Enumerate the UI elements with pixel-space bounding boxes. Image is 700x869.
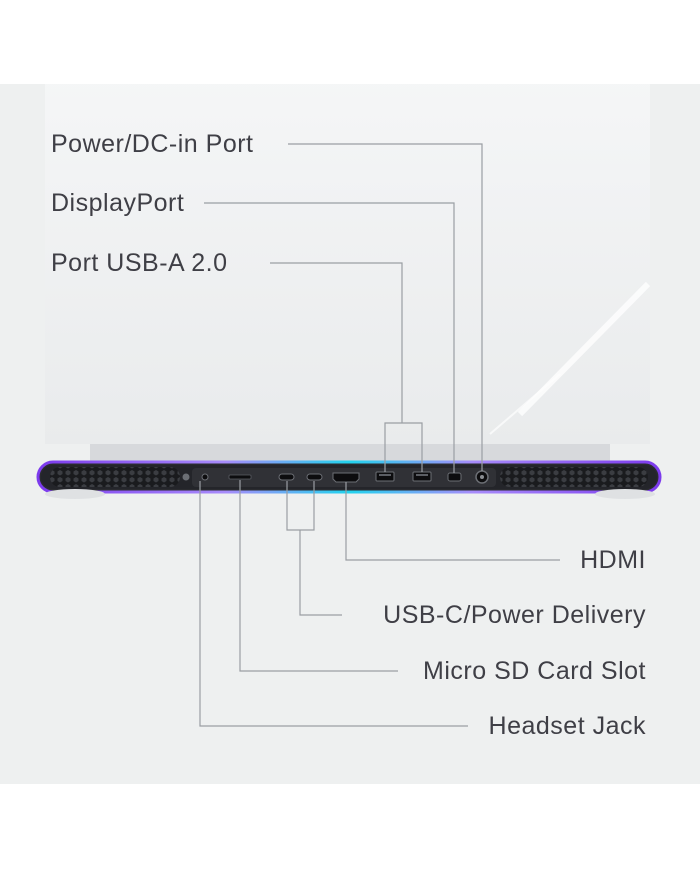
displayport-port — [447, 472, 462, 482]
hdmi-callout-line — [345, 482, 560, 561]
microsd-callout-line — [239, 480, 398, 672]
microsd-slot-port — [228, 474, 252, 480]
usba-port-1 — [375, 471, 395, 482]
left-vent-grille — [50, 467, 180, 487]
headset-jack-label: Headset Jack — [488, 712, 646, 740]
microsd-label: Micro SD Card Slot — [423, 657, 646, 685]
displayport-label: DisplayPort — [51, 189, 185, 217]
usbc-label: USB-C/Power Delivery — [383, 601, 646, 629]
usbc-port-2 — [306, 473, 323, 481]
right-vent-grille — [500, 467, 648, 487]
usbc-port-1 — [278, 473, 295, 481]
headset-jack-port — [201, 473, 209, 481]
usb-a-label: Port USB-A 2.0 — [51, 249, 228, 277]
usba-port-2 — [412, 471, 432, 482]
power-dc-in-label: Power/DC-in Port — [51, 130, 254, 158]
hdmi-port — [332, 472, 360, 483]
product-diagram: Power/DC-in Port DisplayPort Port USB-A … — [0, 84, 700, 784]
hdmi-label: HDMI — [580, 546, 646, 574]
